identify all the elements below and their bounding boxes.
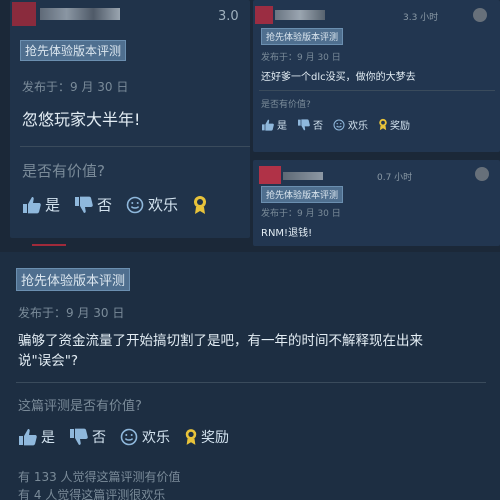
smiley-icon (126, 196, 144, 213)
vote-funny-button[interactable]: 欢乐 (333, 117, 368, 132)
vote-funny-button[interactable]: 欢乐 (126, 194, 178, 215)
vote-funny-label: 欢乐 (148, 196, 179, 214)
award-icon (194, 195, 207, 214)
helpful-prompt: 是否有价值? (261, 100, 311, 110)
smiley-icon (333, 118, 345, 131)
vote-funny-label: 欢乐 (348, 121, 368, 132)
award-label: 奖励 (201, 430, 229, 446)
early-access-badge: 抢先体验版本评测 (20, 40, 127, 61)
divider (16, 382, 486, 383)
funny-count: 有 4 人觉得这篇评测很欢乐 (18, 488, 166, 500)
vote-no-button[interactable]: 否 (297, 117, 323, 132)
review-text: RNM!退钱! (261, 228, 313, 239)
review-text-line2: 说"误会"? (18, 353, 79, 369)
vote-yes-label: 是 (277, 121, 287, 132)
thumbs-up-icon (262, 119, 274, 131)
avatar[interactable] (259, 166, 281, 184)
posted-date: 发布于：9 月 30 日 (18, 306, 125, 320)
avatar[interactable] (255, 6, 273, 24)
review-card-main: 抢先体验版本评测 发布于：9 月 30 日 骗够了资金流量了开始搞切割了是吧，有… (0, 252, 500, 500)
helpful-count: 有 133 人觉得这篇评测有价值 (18, 470, 181, 484)
review-score: 3.0 (218, 9, 239, 24)
vote-funny-label: 欢乐 (142, 430, 170, 446)
review-card-right-top: 3.3 小时 抢先体验版本评测 发布于：9 月 30 日 还好爹一个dlc没买，… (253, 0, 500, 152)
username-blur[interactable] (283, 172, 323, 180)
award-button[interactable]: 奖励 (184, 427, 229, 447)
award-icon (185, 429, 197, 445)
vote-no-button[interactable]: 否 (69, 427, 106, 447)
review-text: 还好爹一个dlc没买，做你的大梦去 (261, 72, 416, 83)
review-card-right-bottom: 0.7 小时 抢先体验版本评测 发布于：9 月 30 日 RNM!退钱! (253, 160, 500, 246)
vote-yes-label: 是 (45, 196, 61, 214)
review-text-line1: 骗够了资金流量了开始搞切割了是吧，有一年的时间不解释现在出来 (18, 333, 423, 349)
thumbs-down-icon (298, 118, 310, 130)
thumbs-down-icon (75, 196, 93, 213)
posted-date: 发布于：9 月 30 日 (261, 53, 341, 63)
divider (32, 244, 66, 246)
award-label: 奖励 (390, 121, 410, 132)
divider (20, 146, 250, 147)
vote-yes-label: 是 (41, 430, 55, 446)
early-access-badge: 抢先体验版本评测 (16, 268, 131, 291)
posted-date: 发布于：9 月 30 日 (261, 209, 341, 219)
review-text: 忽悠玩家大半年! (22, 110, 141, 129)
vote-no-button[interactable]: 否 (74, 194, 112, 215)
username-blur[interactable] (275, 10, 325, 20)
vote-no-label: 否 (97, 196, 113, 214)
thumbs-down-icon (70, 428, 88, 445)
helpful-prompt: 是否有价值? (22, 162, 105, 180)
award-button[interactable]: 奖励 (378, 117, 410, 132)
vote-no-label: 否 (92, 430, 106, 446)
vote-funny-button[interactable]: 欢乐 (120, 427, 170, 447)
smiley-icon (120, 428, 138, 446)
vote-row: 是 否 欢乐 奖励 (261, 117, 410, 132)
vote-yes-button[interactable]: 是 (18, 427, 55, 447)
vote-row: 是 否 欢乐 (22, 194, 208, 215)
playtime-hours: 3.3 小时 (403, 13, 439, 23)
early-access-badge: 抢先体验版本评测 (261, 186, 344, 203)
review-card-left: 3.0 抢先体验版本评测 发布于：9 月 30 日 忽悠玩家大半年! 是否有价值… (10, 0, 250, 238)
award-icon (379, 118, 387, 131)
thumbs-up-icon (19, 429, 37, 446)
vote-row: 是 否 欢乐 奖励 (18, 427, 229, 447)
divider (259, 90, 495, 91)
vote-no-label: 否 (313, 121, 323, 132)
helpful-prompt: 这篇评测是否有价值? (18, 399, 142, 414)
username-blur[interactable] (40, 8, 120, 20)
early-access-badge: 抢先体验版本评测 (261, 28, 344, 45)
vote-yes-button[interactable]: 是 (261, 117, 287, 132)
avatar[interactable] (12, 2, 36, 26)
steam-icon (475, 167, 489, 181)
thumbs-up-icon (23, 196, 41, 213)
playtime-hours: 0.7 小时 (377, 173, 413, 183)
vote-yes-button[interactable]: 是 (22, 194, 60, 215)
steam-icon (473, 8, 487, 22)
posted-date: 发布于：9 月 30 日 (22, 80, 129, 94)
award-button[interactable] (192, 195, 208, 215)
